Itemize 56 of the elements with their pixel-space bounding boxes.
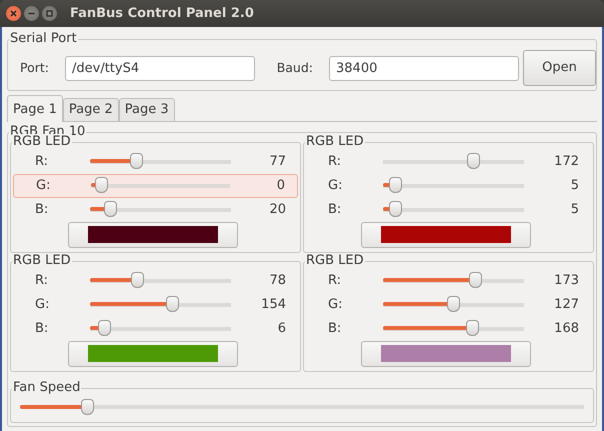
channel-value: 172 bbox=[553, 152, 580, 171]
channel-value: 173 bbox=[553, 272, 580, 290]
slider-thumb[interactable] bbox=[95, 177, 108, 193]
slider-thumb[interactable] bbox=[166, 296, 179, 312]
tab[interactable]: Page 3 bbox=[118, 98, 175, 120]
slider-thumb[interactable] bbox=[447, 296, 460, 312]
open-button[interactable]: Open bbox=[523, 50, 596, 86]
baud-field[interactable]: 38400 bbox=[329, 56, 519, 80]
slider-thumb[interactable] bbox=[466, 320, 480, 336]
tab[interactable]: Page 2 bbox=[62, 98, 119, 120]
group-title: Fan Speed bbox=[12, 380, 82, 396]
channel-value: 168 bbox=[553, 320, 580, 338]
maximize-button[interactable] bbox=[42, 6, 57, 21]
slider-thumb[interactable] bbox=[389, 177, 402, 193]
slider-thumb[interactable] bbox=[81, 398, 94, 414]
slider-thumb[interactable] bbox=[131, 272, 144, 288]
close-icon bbox=[9, 9, 18, 18]
channel-label: B: bbox=[328, 200, 342, 219]
channel-value: 6 bbox=[276, 320, 287, 338]
channel-label: B: bbox=[35, 320, 50, 338]
channel-value: 0 bbox=[276, 176, 286, 195]
channel-label: B: bbox=[328, 320, 342, 338]
channel-value: 20 bbox=[268, 200, 287, 219]
channel-label: G: bbox=[328, 296, 344, 314]
channel-label: R: bbox=[328, 152, 342, 171]
color-button[interactable] bbox=[361, 222, 531, 248]
channel-label: R: bbox=[35, 152, 50, 171]
channel-value: 154 bbox=[260, 296, 287, 314]
slider-thumb[interactable] bbox=[104, 201, 117, 217]
color-button[interactable] bbox=[68, 222, 238, 248]
color-button[interactable] bbox=[68, 340, 238, 366]
slider-thumb[interactable] bbox=[130, 153, 143, 169]
slider-thumb[interactable] bbox=[389, 201, 402, 217]
slider-thumb[interactable] bbox=[98, 320, 111, 336]
channel-label: R: bbox=[328, 272, 342, 290]
channel-label: G: bbox=[328, 176, 344, 195]
baud-label: Baud: bbox=[276, 58, 313, 77]
port-field[interactable]: /dev/ttyS4 bbox=[65, 56, 255, 80]
channel-value: 77 bbox=[268, 152, 287, 171]
port-label: Port: bbox=[20, 58, 49, 77]
maximize-icon bbox=[45, 9, 54, 18]
channel-label: G: bbox=[36, 176, 52, 195]
channel-value: 5 bbox=[570, 176, 580, 195]
channel-value: 78 bbox=[268, 272, 287, 290]
channel-label: B: bbox=[35, 200, 50, 219]
channel-value: 5 bbox=[570, 200, 580, 219]
close-button[interactable] bbox=[6, 6, 21, 21]
channel-label: R: bbox=[35, 272, 50, 290]
color-button[interactable] bbox=[361, 340, 531, 366]
channel-label: G: bbox=[35, 296, 50, 314]
minimize-button[interactable] bbox=[24, 6, 39, 21]
channel-value: 127 bbox=[553, 296, 580, 314]
slider-thumb[interactable] bbox=[468, 272, 482, 288]
window-title: FanBus Control Panel 2.0 bbox=[70, 4, 254, 23]
tab[interactable]: Page 1 bbox=[7, 95, 63, 122]
slider-thumb[interactable] bbox=[467, 153, 480, 169]
